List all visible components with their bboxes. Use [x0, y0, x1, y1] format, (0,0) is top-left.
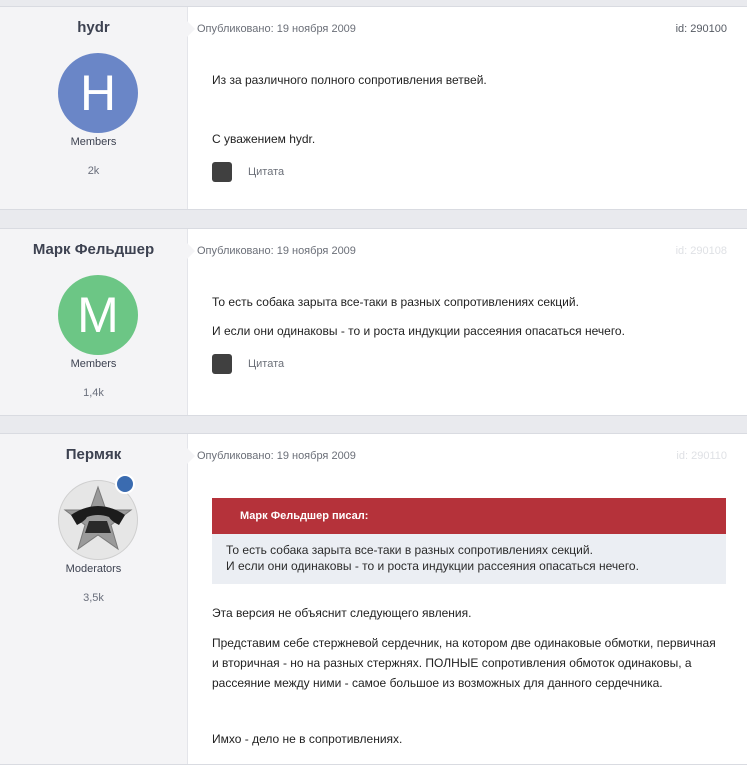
post-id[interactable]: id: 290110 — [676, 450, 727, 462]
post-id[interactable]: id: 290100 — [676, 23, 727, 35]
post-text-line: С уважением hydr. — [212, 132, 316, 146]
post-text-line: и вторичная - но на разных стержнях. ПОЛ… — [212, 656, 692, 670]
post-count: 1,4k — [83, 387, 104, 399]
quote-icon — [212, 162, 232, 182]
quote-button[interactable]: Цитата — [212, 354, 284, 374]
user-group: Members — [70, 136, 117, 148]
panel-notch — [187, 243, 195, 259]
quote-button[interactable]: Цитата — [212, 162, 284, 182]
post-290100: hydr H Members 2k Опубликовано: 19 ноябр… — [0, 6, 747, 210]
quote-icon — [212, 354, 232, 374]
quote-label: Цитата — [248, 166, 285, 178]
citation-block: Марк Фельдшер писал: То есть собака зары… — [212, 498, 726, 584]
citation-header[interactable]: Марк Фельдшер писал: — [212, 498, 726, 534]
panel-notch — [187, 21, 195, 37]
post-290110: Пермяк Moderators 3,5k Опубликовано: 19 … — [0, 433, 747, 765]
author-panel: Пермяк Moderators 3,5k — [0, 434, 188, 764]
post-text-line: Имхо - дело не в сопротивлениях. — [212, 732, 403, 746]
post-text-line: То есть собака зарыта все-таки в разных … — [212, 295, 579, 309]
post-text-line: Представим себе стержневой сердечник, на… — [212, 636, 716, 650]
author-name[interactable]: Пермяк — [0, 446, 187, 463]
citation-body: То есть собака зарыта все-таки в разных … — [212, 534, 726, 584]
quote-label: Цитата — [248, 358, 285, 370]
post-count: 2k — [87, 165, 100, 177]
panel-notch — [187, 448, 195, 464]
user-group: Members — [70, 358, 117, 370]
post-text-line: рассеяние между ними - самое большое из … — [212, 676, 663, 690]
citation-line: И если они одинаковы - то и роста индукц… — [226, 559, 639, 573]
author-panel: hydr H Members 2k — [0, 7, 188, 209]
post-date: Опубликовано: 19 ноября 2009 — [197, 450, 356, 462]
avatar[interactable]: M — [58, 275, 138, 355]
online-status-icon — [115, 474, 135, 494]
post-text-line: И если они одинаковы - то и роста индукц… — [212, 324, 625, 338]
post-count: 3,5k — [83, 592, 104, 604]
author-panel: Марк Фельдшер M Members 1,4k — [0, 229, 188, 415]
post-date: Опубликовано: 19 ноября 2009 — [197, 23, 356, 35]
post-290108: Марк Фельдшер M Members 1,4k Опубликован… — [0, 228, 747, 416]
post-text-line: Из за различного полного сопротивления в… — [212, 73, 487, 87]
author-name[interactable]: hydr — [0, 19, 187, 36]
post-id[interactable]: id: 290108 — [676, 245, 727, 257]
author-name[interactable]: Марк Фельдшер — [0, 241, 187, 258]
post-date: Опубликовано: 19 ноября 2009 — [197, 245, 356, 257]
post-text-line: Эта версия не объяснит следующего явлени… — [212, 606, 472, 620]
citation-line: То есть собака зарыта все-таки в разных … — [226, 543, 593, 557]
avatar[interactable]: H — [58, 53, 138, 133]
user-group: Moderators — [65, 563, 122, 575]
